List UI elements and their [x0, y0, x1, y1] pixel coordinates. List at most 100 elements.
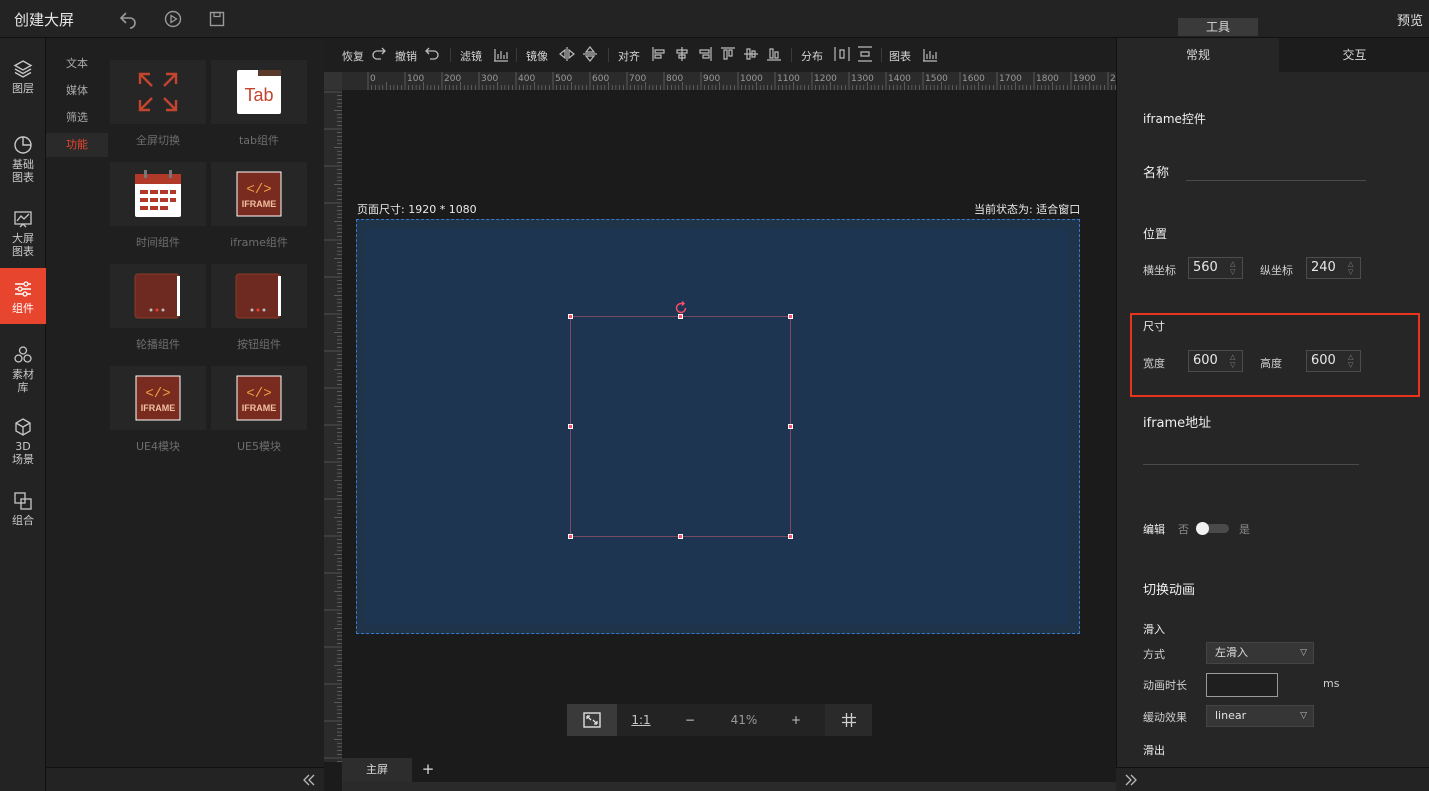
align-center-h-icon[interactable]	[674, 46, 690, 62]
flip-horizontal-icon[interactable]	[559, 46, 575, 62]
ruler-label: 0	[370, 74, 376, 84]
category-text[interactable]: 文本	[46, 52, 108, 76]
edit-toggle-knob[interactable]	[1196, 522, 1209, 535]
width-input[interactable]: 600 △ ▽	[1188, 350, 1243, 372]
component-carousel[interactable]: 轮播组件	[110, 264, 206, 360]
toolbar-divider	[516, 48, 517, 62]
carousel-icon	[134, 273, 180, 319]
collapse-right-icon[interactable]	[1124, 773, 1138, 787]
resize-handle-left[interactable]	[568, 424, 573, 429]
chart-icon[interactable]	[922, 46, 938, 62]
align-right-icon[interactable]	[697, 46, 713, 62]
resize-handle-bottom[interactable]	[678, 534, 683, 539]
rail-item-layers[interactable]: 图层	[0, 58, 46, 98]
iframe-url-input[interactable]	[1143, 464, 1359, 465]
component-label: 时间组件	[136, 236, 180, 249]
rail-item-group[interactable]: 组合	[0, 490, 46, 530]
resize-handle-bottom-right[interactable]	[788, 534, 793, 539]
sliders-icon	[15, 281, 31, 297]
tab-main-screen[interactable]: 主屏	[342, 758, 412, 782]
stepper-icon[interactable]: △ ▽	[1230, 260, 1238, 276]
ruler-vertical	[324, 90, 342, 762]
size-label: 尺寸	[1143, 320, 1165, 333]
category-function[interactable]: 功能	[46, 133, 108, 157]
resize-handle-top[interactable]	[678, 314, 683, 319]
actual-size-button[interactable]: 1:1	[619, 704, 663, 736]
tools-tab[interactable]: 工具	[1178, 18, 1258, 36]
stepper-icon[interactable]: △ ▽	[1348, 353, 1356, 369]
component-time[interactable]: 时间组件	[110, 162, 206, 258]
align-top-icon[interactable]	[720, 46, 736, 62]
toolbar-divider	[881, 48, 882, 62]
ruler-label: 1300	[851, 74, 874, 84]
rail-item-materials[interactable]: 素材库	[0, 344, 46, 394]
undo-label: 撤销	[395, 50, 417, 63]
x-input[interactable]: 560 △ ▽	[1188, 257, 1243, 279]
grid-toggle-button[interactable]	[825, 704, 872, 736]
redo-icon[interactable]	[371, 46, 387, 62]
edit-label: 编辑	[1143, 523, 1165, 536]
component-tab[interactable]: Tab tab组件	[211, 60, 307, 156]
distribute-horizontal-icon[interactable]	[834, 46, 850, 62]
component-iframe[interactable]: </> IFRAME iframe组件	[211, 162, 307, 258]
pie-chart-icon	[14, 136, 32, 154]
cube-icon	[15, 418, 31, 436]
ruler-label: 1600	[962, 74, 985, 84]
chevron-down-icon: ▽	[1300, 711, 1307, 721]
iframe-widget-selection[interactable]	[570, 316, 791, 537]
mode-select[interactable]: 左滑入 ▽	[1206, 642, 1314, 664]
resize-handle-bottom-left[interactable]	[568, 534, 573, 539]
tab-interaction[interactable]: 交互	[1279, 38, 1429, 72]
zoom-in-button[interactable]: +	[773, 704, 819, 736]
component-fullscreen[interactable]: 全屏切换	[110, 60, 206, 156]
duration-input[interactable]	[1206, 673, 1278, 697]
category-media[interactable]: 媒体	[46, 79, 108, 103]
resize-handle-top-right[interactable]	[788, 314, 793, 319]
preview-button[interactable]: 预览	[1397, 10, 1423, 29]
rail-item-basic-chart[interactable]: 基础图表	[0, 134, 46, 184]
chart-label: 图表	[889, 50, 911, 63]
rail-item-label: 素材库	[12, 368, 34, 394]
component-ue5[interactable]: </> IFRAME UE5模块	[211, 366, 307, 462]
stepper-icon[interactable]: △ ▽	[1230, 353, 1238, 369]
ruler-label: 1900	[1073, 74, 1096, 84]
ruler-label: 1500	[925, 74, 948, 84]
align-label: 对齐	[618, 50, 640, 63]
align-middle-icon[interactable]	[743, 46, 759, 62]
add-screen-button[interactable]: +	[416, 758, 440, 782]
undo-icon[interactable]	[424, 46, 440, 62]
tab-general[interactable]: 常规	[1117, 38, 1279, 72]
distribute-vertical-icon[interactable]	[857, 46, 873, 62]
horizontal-scrollbar[interactable]	[342, 782, 1116, 791]
fit-window-button[interactable]	[567, 704, 617, 736]
rail-item-components[interactable]: 组件	[0, 268, 46, 324]
ruler-label: 800	[666, 74, 683, 84]
align-bottom-icon[interactable]	[766, 46, 782, 62]
align-left-icon[interactable]	[651, 46, 667, 62]
iframe-icon: </>IFRAME	[236, 171, 282, 217]
component-button[interactable]: 按钮组件	[211, 264, 307, 360]
easing-select[interactable]: linear ▽	[1206, 705, 1314, 727]
height-input[interactable]: 600 △ ▽	[1306, 350, 1361, 372]
rail-item-label: 图层	[12, 82, 34, 95]
zoom-out-button[interactable]: −	[667, 704, 713, 736]
collapse-left-icon[interactable]	[302, 773, 316, 787]
component-ue4[interactable]: </> IFRAME UE4模块	[110, 366, 206, 462]
ruler-label: 1200	[814, 74, 837, 84]
flip-vertical-icon[interactable]	[582, 46, 598, 62]
y-input[interactable]: 240 △ ▽	[1306, 257, 1361, 279]
category-filter[interactable]: 筛选	[46, 106, 108, 130]
resize-handle-right[interactable]	[788, 424, 793, 429]
resize-handle-top-left[interactable]	[568, 314, 573, 319]
rail-item-3d-scene[interactable]: 3D场景	[0, 416, 46, 466]
rail-item-screen-chart[interactable]: 大屏图表	[0, 208, 46, 258]
stepper-icon[interactable]: △ ▽	[1348, 260, 1356, 276]
undo-icon[interactable]	[118, 9, 138, 29]
filter-chart-icon[interactable]	[493, 46, 509, 62]
play-icon[interactable]	[163, 9, 183, 29]
height-label: 高度	[1260, 357, 1282, 370]
easing-label: 缓动效果	[1143, 711, 1187, 724]
ruler-label: 300	[481, 74, 498, 84]
name-input[interactable]	[1186, 180, 1366, 181]
save-icon[interactable]	[207, 9, 227, 29]
